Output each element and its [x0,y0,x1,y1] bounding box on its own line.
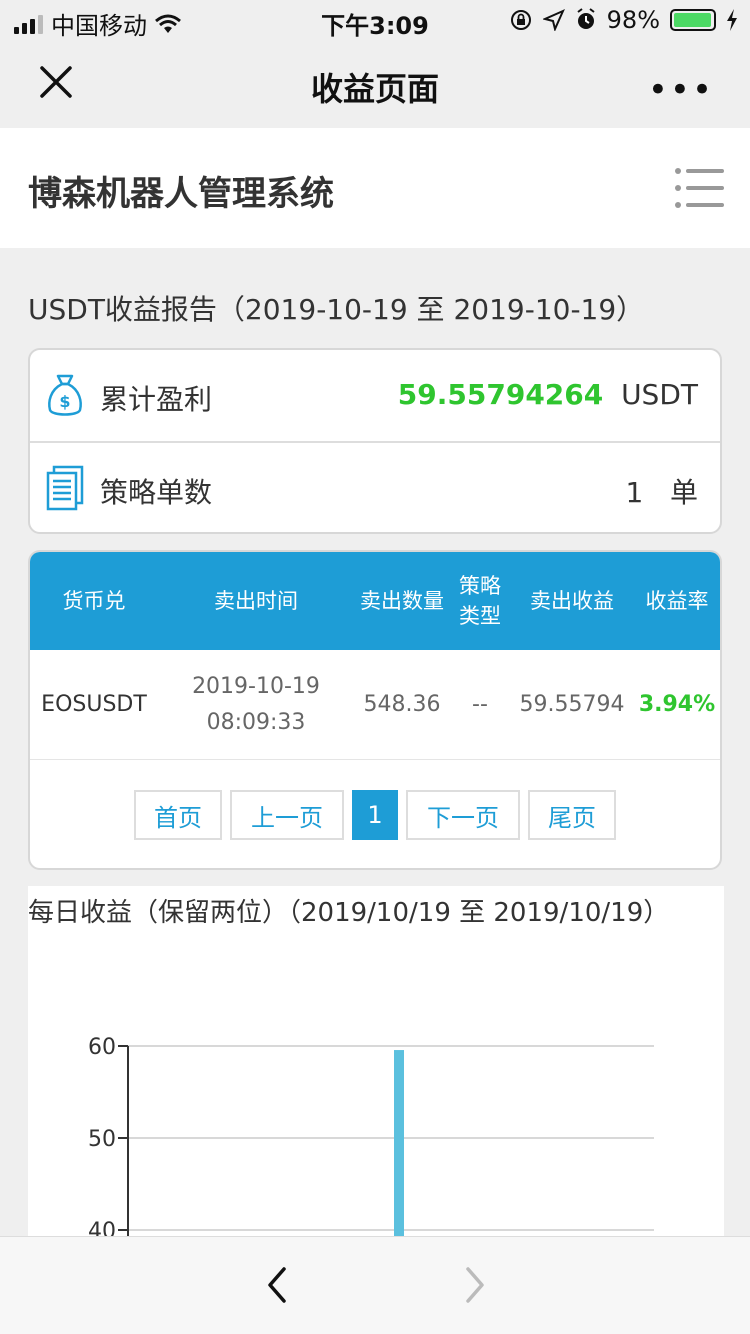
orders-label: 策略单数 [100,476,213,509]
more-options-icon[interactable]: ••• [648,70,714,110]
table-row[interactable]: EOSUSDT 2019-10-19 08:09:33 548.36 -- 59… [30,650,720,760]
daily-profit-chart: 60 50 40 每日收益（保留两位）（2019/10/19 至 2019/10/1… [28,886,724,1236]
cell-rate: 3.94% [638,692,716,717]
cell-sell-clock: 08:09:33 [206,710,306,735]
prev-page-button[interactable]: 上一页 [230,790,344,840]
brand-title: 博森机器人管理系统 [28,174,334,214]
hamburger-menu-icon[interactable] [674,166,724,210]
last-page-button[interactable]: 尾页 [528,790,616,840]
bottom-toolbar [0,1236,750,1334]
cell-profit: 59.55794 [519,692,625,717]
orders-count: 1 [625,476,644,509]
charging-icon [727,9,737,31]
orders-row: 策略单数 1 单 [30,441,720,532]
bar-2019/10/19[interactable] [394,1050,404,1236]
cell-pair: EOSUSDT [41,692,147,717]
cell-sell-date: 2019-10-19 [192,674,320,699]
cell-sell-time: 2019-10-19 08:09:33 [158,650,354,760]
table-header: 货币兑 卖出时间 卖出数量 策略 类型 卖出收益 收益率 [30,552,720,650]
pagination: 首页 上一页 1 下一页 尾页 [30,790,720,840]
next-page-button[interactable]: 下一页 [406,790,520,840]
y-tick-label: 50 [88,1127,116,1152]
report-title: USDT收益报告（2019-10-19 至 2019-10-19） [28,293,645,326]
app-header: 博森机器人管理系统 [0,128,750,248]
money-bag-icon: $ [48,374,82,416]
chart-title: 每日收益（保留两位）（2019/10/19 至 2019/10/19） [28,898,670,928]
battery-icon [670,9,716,31]
column-header-quantity: 卖出数量 [360,589,444,613]
page-title: 收益页面 [310,70,439,108]
location-icon [542,9,565,31]
profit-amount: 59.55794264 [397,378,604,411]
status-bar: 中国移动 下午3:09 98% [0,0,750,40]
first-page-button[interactable]: 首页 [134,790,222,840]
profit-unit: USDT [621,378,698,411]
orders-table-card: 货币兑 卖出时间 卖出数量 策略 类型 卖出收益 收益率 EOSUSDT 201… [28,550,722,870]
y-tick-label: 40 [88,1219,116,1236]
battery-percent: 98% [606,6,660,34]
column-header-strategy-type: 策略 类型 [459,574,501,628]
profit-label: 累计盈利 [100,383,213,416]
column-header-pair: 货币兑 [62,589,126,613]
profit-row: $ 累计盈利 59.55794264 USDT [30,350,720,441]
chart-canvas: 60 50 40 [88,1035,654,1236]
y-tick-label: 60 [88,1035,116,1060]
current-page-button[interactable]: 1 [352,790,398,840]
svg-text:$: $ [59,392,70,411]
orders-value: 1 单 [625,471,698,511]
rotation-lock-icon [510,10,531,30]
cell-quantity: 548.36 [363,692,441,717]
column-header-rate: 收益率 [645,589,709,613]
summary-card: $ 累计盈利 59.55794264 USDT 策略单数 1 单 [28,348,722,534]
forward-arrow-icon[interactable] [460,1265,490,1305]
profit-value: 59.55794264 USDT [398,378,698,411]
column-header-profit: 卖出收益 [530,589,614,613]
document-icon [46,465,84,511]
nav-bar: 收益页面 ••• [0,40,750,128]
back-arrow-icon[interactable] [262,1265,292,1305]
alarm-icon [577,8,595,29]
column-header-sell-time: 卖出时间 [214,589,298,613]
cell-strategy-type: -- [472,692,488,717]
orders-unit: 单 [669,476,698,509]
